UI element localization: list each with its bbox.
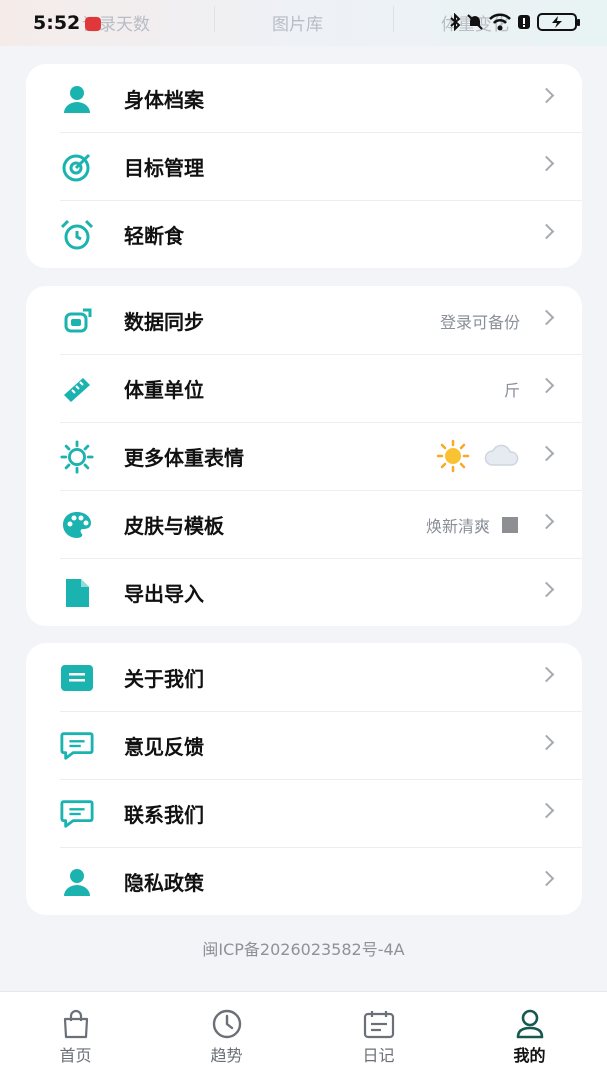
calendar-icon [362,1008,396,1040]
chevron-right-icon [538,734,555,751]
chevron-right-icon [538,87,555,104]
clock-icon [210,1008,244,1040]
settings-row-weight-unit[interactable]: 体重单位 斤 [26,354,582,422]
row-label: 导出导入 [124,582,204,606]
status-time: 5:52 [33,12,81,34]
row-label: 数据同步 [124,310,204,334]
chevron-right-icon [538,377,555,394]
row-label: 隐私政策 [124,871,204,895]
ruler-icon [60,372,94,406]
chevron-right-icon [538,513,555,530]
chat-icon [60,729,94,763]
notification-badge-icon [85,17,101,31]
row-label: 更多体重表情 [124,446,244,470]
alarm-clock-icon [60,218,94,252]
header-tab-gallery[interactable]: 图片库 [272,10,323,35]
row-label: 意见反馈 [124,735,204,759]
sync-icon [60,304,94,338]
target-icon [60,150,94,184]
settings-row-export-import[interactable]: 导出导入 [26,558,582,626]
file-icon [60,576,94,610]
chevron-right-icon [538,666,555,683]
bluetooth-icon [450,13,461,31]
chat-icon [60,797,94,831]
tab-home[interactable]: 首页 [0,992,151,1081]
row-label: 皮肤与模板 [124,514,224,538]
status-icons [449,13,580,31]
sun-icon [60,440,94,474]
chevron-right-icon [538,155,555,172]
icp-record-number[interactable]: 闽ICP备2026023582号-4A [0,936,607,960]
row-label: 轻断食 [124,224,184,248]
header-tab-divider [393,6,394,32]
settings-row-contact-us[interactable]: 联系我们 [26,779,582,847]
bag-icon [59,1008,93,1040]
tab-label: 首页 [59,1046,92,1065]
settings-row-privacy-policy[interactable]: 隐私政策 [26,847,582,915]
row-label: 联系我们 [124,803,204,827]
settings-row-feedback[interactable]: 意见反馈 [26,711,582,779]
sunny-emoji-icon [436,439,470,473]
tab-label: 趋势 [210,1046,243,1065]
palette-icon [60,508,94,542]
battery-icon [537,13,580,31]
tab-label: 日记 [362,1046,395,1065]
row-label: 身体档案 [124,88,204,112]
tab-label: 我的 [513,1046,546,1065]
tab-diary[interactable]: 日记 [303,992,454,1081]
wifi-icon [489,13,511,31]
person-icon [60,865,94,899]
bottom-tab-bar: 首页 趋势 日记 我的 [0,991,607,1081]
chevron-right-icon [538,581,555,598]
header-tab-divider [214,6,215,32]
row-label: 目标管理 [124,156,204,180]
profile-icon [513,1008,547,1040]
tab-trend[interactable]: 趋势 [151,992,302,1081]
cloudy-emoji-icon [484,444,519,466]
row-label: 关于我们 [124,667,204,691]
chevron-right-icon [538,870,555,887]
settings-card-about: 关于我们 意见反馈 联系我们 隐私政策 [26,643,582,915]
settings-card-profile: 身体档案 目标管理 轻断食 [26,64,582,268]
row-value: 斤 [503,381,520,400]
person-icon [60,82,94,116]
alert-icon [518,15,530,29]
chevron-right-icon [538,802,555,819]
row-value: 登录可备份 [439,313,520,332]
settings-card-data: 数据同步 登录可备份 体重单位 斤 更多体重表情 皮肤与模板 焕新清爽 导出导入 [26,286,582,626]
row-value: 焕新清爽 [425,517,490,536]
settings-row-about-us[interactable]: 关于我们 [26,643,582,711]
row-label: 体重单位 [124,378,204,402]
settings-row-data-sync[interactable]: 数据同步 登录可备份 [26,286,582,354]
info-card-icon [60,661,94,695]
status-bar: 记录天数 图片库 体重变化 5:52 [0,0,607,46]
mute-bell-icon [467,14,483,30]
tab-mine[interactable]: 我的 [454,992,605,1081]
settings-row-body-profile[interactable]: 身体档案 [26,64,582,132]
settings-row-goal[interactable]: 目标管理 [26,132,582,200]
skin-color-swatch [502,517,518,533]
chevron-right-icon [538,223,555,240]
chevron-right-icon [538,309,555,326]
chevron-right-icon [538,445,555,462]
settings-row-fasting[interactable]: 轻断食 [26,200,582,268]
settings-row-skin-template[interactable]: 皮肤与模板 焕新清爽 [26,490,582,558]
settings-row-weight-emoji[interactable]: 更多体重表情 [26,422,582,490]
